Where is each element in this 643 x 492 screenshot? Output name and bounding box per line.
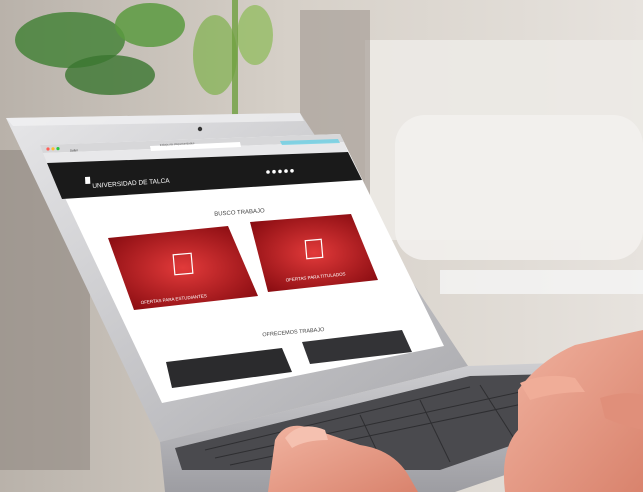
instagram-icon[interactable] bbox=[278, 169, 282, 174]
background-cushion bbox=[395, 115, 643, 260]
twitter-icon[interactable] bbox=[272, 169, 276, 174]
linkedin-icon[interactable] bbox=[290, 169, 294, 173]
background-table-edge bbox=[440, 270, 643, 294]
minimize-window-icon[interactable] bbox=[51, 147, 55, 151]
facebook-icon[interactable] bbox=[266, 170, 270, 174]
browser-app-menu[interactable]: Safari bbox=[70, 148, 78, 152]
zoom-window-icon[interactable] bbox=[56, 147, 60, 151]
youtube-icon[interactable] bbox=[284, 169, 288, 173]
university-logo-icon bbox=[85, 176, 91, 184]
photo-scene: UNIVERSIDAD DE TALCA Safari trabaja.uta.… bbox=[0, 0, 643, 492]
close-window-icon[interactable] bbox=[46, 147, 50, 151]
webcam bbox=[197, 126, 203, 132]
